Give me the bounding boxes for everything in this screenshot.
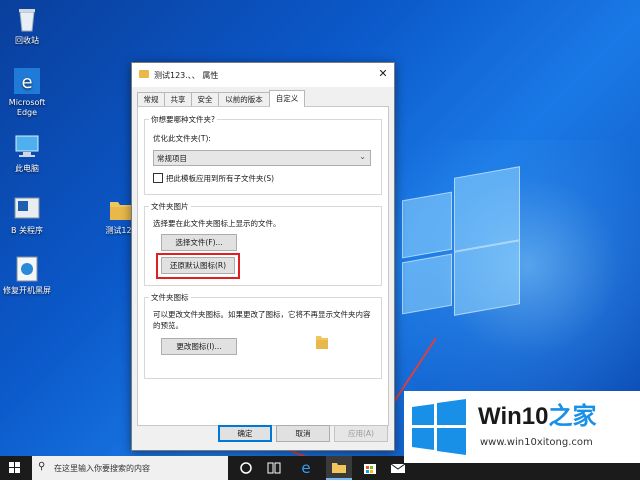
tab-sharing[interactable]: 共享	[164, 92, 192, 106]
watermark-brand-prefix: Win10	[478, 403, 549, 430]
ok-button[interactable]: 确定	[218, 425, 272, 442]
tab-general[interactable]: 常规	[137, 92, 165, 106]
title-bar[interactable]: 测试123.、、 属性 ✕	[132, 63, 394, 87]
optimize-value: 常规项目	[157, 154, 187, 163]
taskbar-file-explorer[interactable]	[326, 456, 352, 480]
windows-logo-icon	[412, 399, 466, 455]
optimize-label: 优化此文件夹(T):	[153, 134, 211, 143]
folder-preview-icon	[315, 332, 329, 352]
apply-subfolders-label: 把此模板应用到所有子文件夹(S)	[166, 174, 275, 183]
folder-icon-description: 可以更改文件夹图标。如果更改了图标，它将不再显示文件夹内容	[153, 310, 371, 319]
chevron-down-icon: ⌄	[359, 152, 366, 161]
change-icon-button[interactable]: 更改图标(I)...	[161, 338, 237, 355]
watermark-brand: Win10之家	[478, 403, 596, 431]
taskbar-store[interactable]	[358, 456, 382, 480]
tab-panel-customize: 你想要哪种文件夹? 优化此文件夹(T): 常规项目 ⌄ 把此模板应用到所有子文件…	[137, 106, 389, 426]
apply-button[interactable]: 应用(A)	[334, 425, 388, 442]
svg-text:e: e	[301, 459, 310, 477]
dialog-title: 测试123.、、 属性	[154, 71, 219, 80]
tab-customize[interactable]: 自定义	[269, 90, 305, 107]
cancel-button[interactable]: 取消	[276, 425, 330, 442]
group-title: 文件夹图片	[149, 201, 191, 212]
start-button[interactable]	[0, 456, 30, 480]
cortana-button[interactable]	[234, 456, 258, 480]
folder-icon	[139, 70, 149, 78]
watermark-brand-suffix: 之家	[548, 403, 597, 430]
store-icon	[364, 464, 376, 474]
tab-previous-versions[interactable]: 以前的版本	[218, 92, 270, 106]
task-view-button[interactable]	[262, 456, 286, 480]
file-explorer-icon	[332, 463, 346, 473]
apply-subfolders-checkbox[interactable]	[153, 173, 163, 183]
optimize-select[interactable]: 常规项目 ⌄	[153, 150, 371, 166]
task-view-icon	[267, 462, 281, 474]
edge-icon: e	[301, 459, 310, 477]
search-placeholder: 在这里输入你要搜索的内容	[54, 464, 150, 473]
folder-icon-group: 文件夹图标 可以更改文件夹图标。如果更改了图标，它将不再显示文件夹内容 的预览。…	[144, 292, 382, 379]
group-title: 你想要哪种文件夹?	[149, 114, 217, 125]
group-title: 文件夹图标	[149, 292, 191, 303]
choose-file-button[interactable]: 选择文件(F)...	[161, 234, 237, 251]
watermark: Win10之家 www.win10xitong.com	[404, 391, 640, 463]
watermark-url: www.win10xitong.com	[480, 437, 593, 448]
search-icon: ⚲	[38, 461, 46, 472]
windows-icon	[9, 462, 20, 473]
close-button[interactable]: ✕	[372, 63, 394, 85]
folder-type-group: 你想要哪种文件夹? 优化此文件夹(T): 常规项目 ⌄ 把此模板应用到所有子文件…	[144, 114, 382, 195]
taskbar-edge[interactable]: e	[294, 456, 318, 480]
close-icon: ✕	[378, 67, 388, 80]
search-box[interactable]: ⚲ 在这里输入你要搜索的内容	[32, 456, 228, 480]
cortana-icon	[240, 462, 252, 474]
tab-security[interactable]: 安全	[191, 92, 219, 106]
folder-icon-description-cont: 的预览。	[153, 321, 183, 330]
folder-picture-group: 文件夹图片 选择要在此文件夹图标上显示的文件。 选择文件(F)... 还原默认图…	[144, 201, 382, 286]
folder-picture-description: 选择要在此文件夹图标上显示的文件。	[153, 219, 281, 228]
properties-dialog: 测试123.、、 属性 ✕ 常规 共享 安全 以前的版本 自定义 你想要哪种文件…	[131, 62, 395, 451]
restore-default-icon-button[interactable]: 还原默认图标(R)	[161, 257, 235, 274]
